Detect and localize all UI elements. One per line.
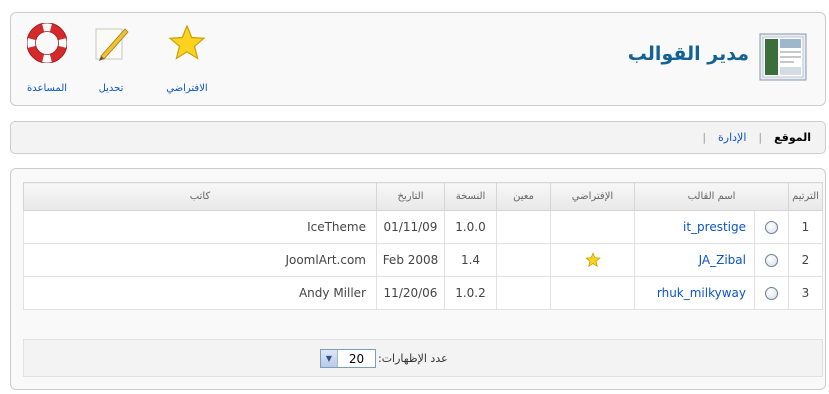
author-text: JoomlArt.com xyxy=(285,253,366,267)
template-manager-icon xyxy=(759,33,807,81)
date-cell: Feb 2008 xyxy=(376,243,445,277)
edit-button[interactable]: تحديل xyxy=(81,23,141,101)
version-cell: 1.4 xyxy=(444,243,497,277)
page-title: مدير القوالب xyxy=(627,43,749,65)
templates-table: الترتيم اسم القالب الإفتراضي معين النسخة… xyxy=(23,182,823,310)
row-number: 1 xyxy=(788,210,823,244)
version-cell: 1.0.0 xyxy=(444,210,497,244)
submenu-item-site[interactable]: الموقع xyxy=(774,131,811,144)
author-text: Andy Miller xyxy=(298,286,366,300)
author-cell: JoomlArt.com xyxy=(23,243,377,277)
help-button[interactable]: المساعدة xyxy=(17,23,77,101)
table-footer: عدد الإظهارات: ▼ 20 xyxy=(23,339,823,377)
default-button[interactable]: الافتراضي xyxy=(157,23,217,101)
date-cell: 01/11/09 xyxy=(376,210,445,244)
limit-value: 20 xyxy=(348,351,365,366)
row-radio-cell xyxy=(754,276,789,310)
row-number: 3 xyxy=(788,276,823,310)
star-icon xyxy=(168,24,206,60)
limit-label: عدد الإظهارات: xyxy=(378,352,448,365)
author-cell: IceTheme xyxy=(23,210,377,244)
template-name-link[interactable]: it_prestige xyxy=(683,220,746,234)
toolbar-panel: المساعدة تحديل الافتراضي مدير القوالب xyxy=(10,12,826,106)
author-text: IceTheme xyxy=(307,220,366,234)
main-panel: الترتيم اسم القالب الإفتراضي معين النسخة… xyxy=(10,168,826,390)
header-order[interactable]: الترتيم xyxy=(788,182,823,211)
row-select-radio[interactable] xyxy=(765,254,778,267)
date-cell: 11/20/06 xyxy=(376,276,445,310)
help-label: المساعدة xyxy=(26,83,68,94)
default-label: الافتراضي xyxy=(166,83,208,94)
row-select-radio[interactable] xyxy=(765,221,778,234)
table-row: 3 rhuk_milkyway 1.0.2 11/20/06 Andy Mill… xyxy=(23,276,823,310)
template-name-cell: it_prestige xyxy=(634,210,755,244)
header-assigned: معين xyxy=(496,182,551,211)
template-name-link[interactable]: rhuk_milkyway xyxy=(657,286,746,300)
default-cell xyxy=(550,210,635,244)
header-version: النسخة xyxy=(444,182,497,211)
table-row: 1 it_prestige 1.0.0 01/11/09 IceTheme xyxy=(23,210,823,244)
row-number: 2 xyxy=(788,243,823,277)
header-default: الإفتراضي xyxy=(550,182,635,211)
default-cell xyxy=(550,243,635,277)
pencil-paper-icon xyxy=(95,28,129,61)
template-name-cell: JA_Zibal xyxy=(634,243,755,277)
lifebuoy-icon xyxy=(27,23,67,63)
default-cell xyxy=(550,276,635,310)
header-date: التاريخ xyxy=(376,182,445,211)
row-radio-cell xyxy=(754,243,789,277)
submenu-separator: | xyxy=(758,131,763,144)
chevron-down-icon[interactable]: ▼ xyxy=(321,350,338,367)
submenu-separator: | xyxy=(702,131,707,144)
assigned-cell xyxy=(496,276,551,310)
author-cell: Andy Miller xyxy=(23,276,377,310)
assigned-cell xyxy=(496,243,551,277)
version-cell: 1.0.2 xyxy=(444,276,497,310)
assigned-cell xyxy=(496,210,551,244)
limit-select[interactable]: ▼ 20 xyxy=(320,349,376,368)
header-author: كاتب xyxy=(23,182,377,211)
edit-label: تحديل xyxy=(98,83,124,94)
row-select-radio[interactable] xyxy=(765,287,778,300)
header-name[interactable]: اسم القالب xyxy=(634,182,789,211)
template-name-cell: rhuk_milkyway xyxy=(634,276,755,310)
row-radio-cell xyxy=(754,210,789,244)
submenu-item-admin[interactable]: الإدارة xyxy=(718,131,746,144)
default-star-icon xyxy=(584,252,601,268)
table-header-row: الترتيم اسم القالب الإفتراضي معين النسخة… xyxy=(23,182,823,211)
display-limit: عدد الإظهارات: ▼ 20 xyxy=(320,349,448,368)
template-name-link[interactable]: JA_Zibal xyxy=(699,253,746,267)
submenu-bar: الموقع | الإدارة | xyxy=(10,121,826,154)
table-row: 2 JA_Zibal 1.4 Feb 2008 JoomlArt.com xyxy=(23,243,823,277)
